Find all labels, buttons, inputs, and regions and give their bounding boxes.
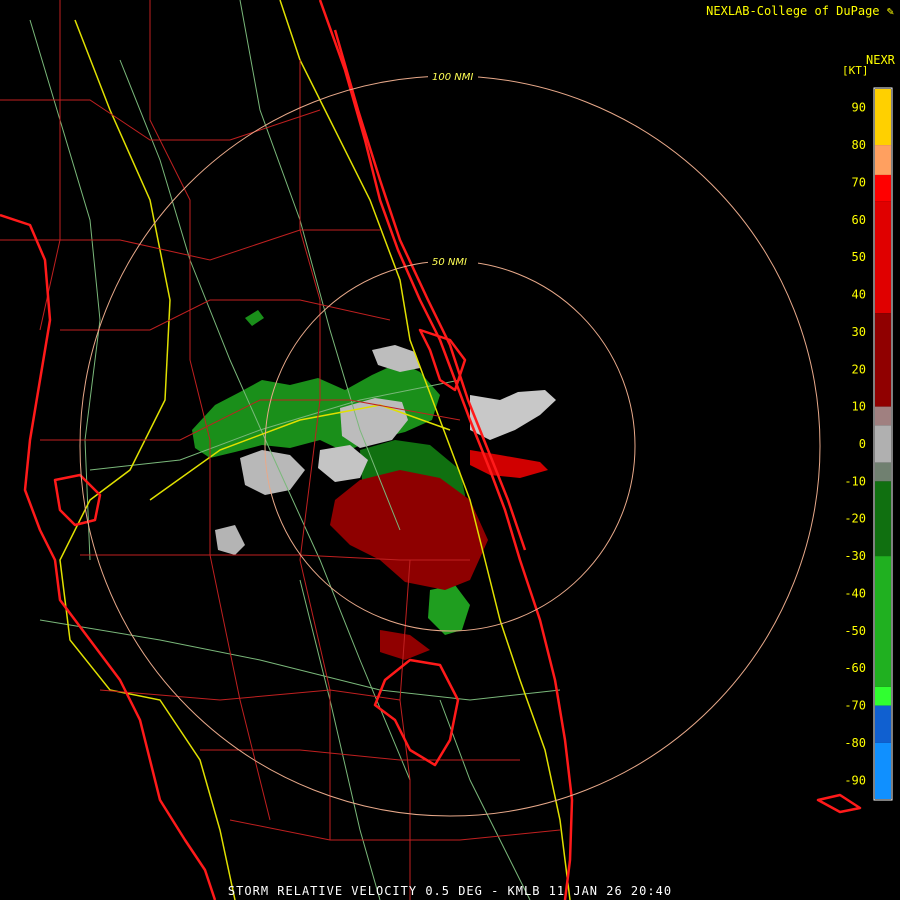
road-line [439,699,531,900]
colorbar-segment [875,481,891,557]
county-line [229,819,460,841]
highways-layer [59,0,571,900]
county-line [99,689,401,701]
tampa-bay-outline [53,473,102,527]
coast-fragment-se [816,793,862,814]
county-line [39,0,61,331]
west-coastline [0,213,217,900]
echo-grey-south [215,525,245,555]
legend-tick-label: -80 [844,736,866,750]
echo-red-coast [470,450,548,478]
range-ring-label: 50 NMI [432,257,467,268]
road-line [39,619,561,701]
county-line [0,99,321,141]
product-caption: STORM RELATIVE VELOCITY 0.5 DEG - KMLB 1… [227,884,673,898]
colorbar-segment [875,686,891,706]
lake-okeechobee-outline [373,658,460,767]
echo-grey-east [470,390,556,440]
legend-tick-label: 0 [859,437,866,451]
legend-tick-label: 80 [852,138,866,152]
echo-green-south [428,585,470,635]
radar-map: 100 NMI 50 NMI NEXR [KT] 90 80 70 60 50 40 30 20… [0,0,900,900]
legend-tick-label: -90 [844,773,866,787]
colorbar-segment [875,742,891,799]
echo-green-north [245,310,264,326]
legend-tick-label: 90 [852,101,866,115]
credit-logo-icon: ✎ [886,4,894,18]
legend-tick-label: -60 [844,661,866,675]
echo-grey-sw [240,450,305,495]
credit-label: NEXLAB-College of DuPage [706,4,880,18]
east-coastline [318,0,574,900]
range-rings: 100 NMI 50 NMI [79,70,821,817]
colorbar-segment [875,556,891,687]
colorbar-segment [875,145,891,175]
range-ring-label: 100 NMI [432,72,473,83]
legend-tick-label: -50 [844,624,866,638]
legend-tick-label: 10 [852,400,866,414]
colorbar-segment [875,425,891,463]
velocity-legend: NEXR [KT] 90 80 70 60 50 40 30 20 10 0 -10 -20 -30 -4… [842,53,896,801]
legend-tick-label: 70 [852,175,866,189]
legend-tick-label: -40 [844,586,866,600]
legend-tick-label: 30 [852,325,866,339]
colorbar-segment [875,89,891,146]
colorbar-segment [875,462,891,482]
county-line [399,559,411,900]
roads-layer [29,0,561,900]
legend-tick-label: -30 [844,549,866,563]
county-lines-layer [0,0,561,900]
legend-tick-label: 50 [852,250,866,264]
legend-product: NEXR [866,53,896,67]
legend-colorbar [875,89,891,799]
county-line [459,829,561,841]
legend-tick-label: -20 [844,512,866,526]
credit-text: NEXLAB-College of DuPage ✎ [706,4,894,18]
legend-unit: [KT] [842,64,869,77]
legend-tick-label: -10 [844,474,866,488]
legend-tick-label: -70 [844,699,866,713]
colorbar-segment [875,406,891,426]
colorbar-segment [875,313,891,407]
legend-tick-label: 40 [852,288,866,302]
colorbar-segment [875,705,891,743]
legend-ticks: 90 80 70 60 50 40 30 20 10 0 -10 -20 -30 -40 -50 -60 -70… [844,101,866,788]
county-line [200,749,520,761]
county-line [60,299,391,331]
map-canvas: 100 NMI 50 NMI NEXR [KT] 90 80 70 60 50 40 30 20… [0,0,896,900]
colorbar-segment [875,201,891,314]
legend-tick-label: 60 [852,213,866,227]
legend-tick-label: 20 [852,362,866,376]
colorbar-segment [875,174,891,202]
road-line [299,579,381,900]
